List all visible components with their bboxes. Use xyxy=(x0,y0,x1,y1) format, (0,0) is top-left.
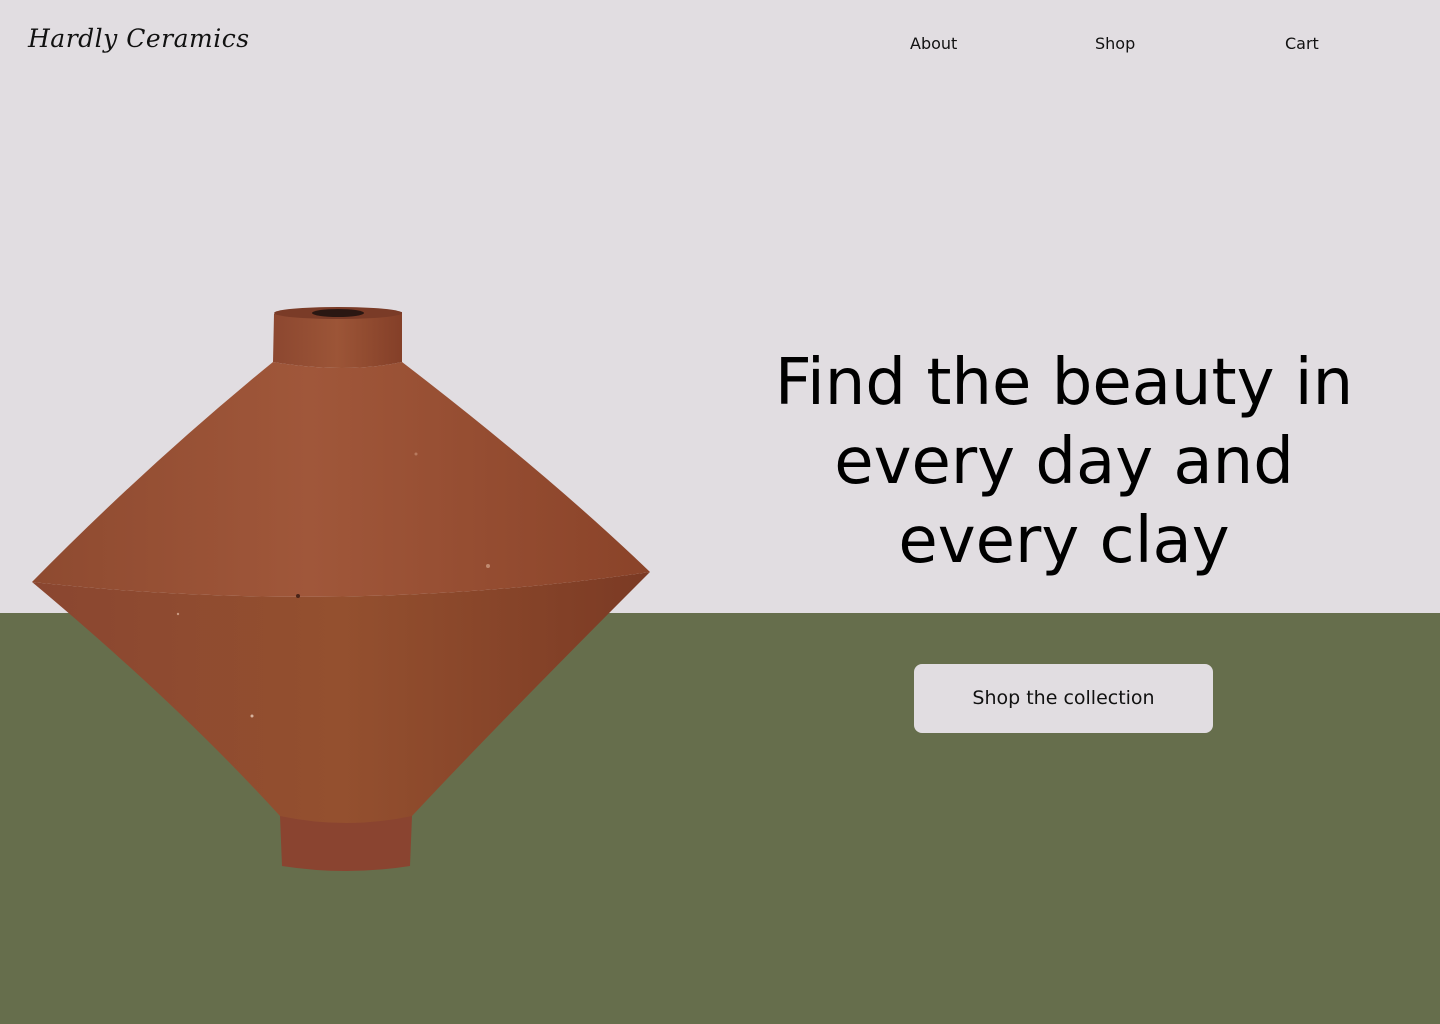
shop-collection-button[interactable]: Shop the collection xyxy=(914,664,1213,733)
hero-headline: Find the beauty in every day and every c… xyxy=(774,346,1354,578)
nav-link-shop[interactable]: Shop xyxy=(1095,34,1135,53)
site-logo[interactable]: Hardly Ceramics xyxy=(28,24,250,53)
vase-image xyxy=(32,307,650,871)
nav-link-cart[interactable]: Cart xyxy=(1285,34,1319,53)
nav-link-about[interactable]: About xyxy=(910,34,957,53)
